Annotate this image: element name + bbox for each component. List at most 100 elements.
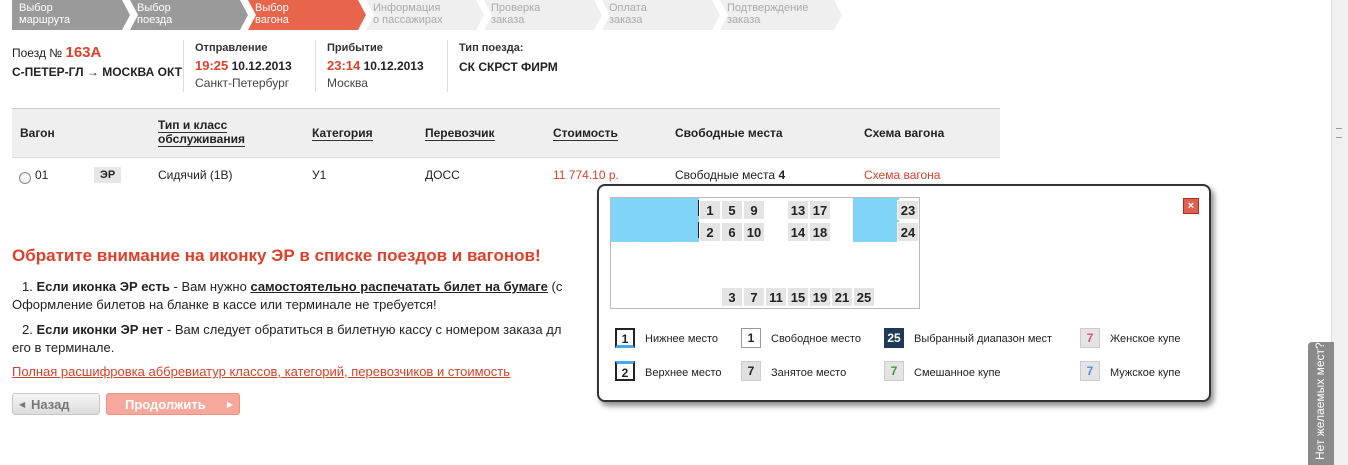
- item-text: (с: [547, 279, 563, 294]
- step-label: поезда: [137, 14, 173, 26]
- train-number: 163А: [65, 44, 102, 61]
- train-info: Поезд № 163А С-ПЕТЕР-ГЛ → МОСКВА ОКТ: [12, 44, 182, 79]
- seat: 6: [721, 222, 743, 242]
- legend-free-icon: 1: [741, 328, 761, 348]
- seat-area-blue: [611, 198, 699, 242]
- notice-item-1-line2: Оформление билетов на бланке в кассе или…: [12, 297, 437, 312]
- free-seats-label: Свободные места: [675, 168, 776, 182]
- step-label: заказа: [609, 14, 643, 26]
- step-label: Информация: [373, 2, 441, 14]
- step-label: вагона: [255, 14, 289, 26]
- train-type-label: Тип поезда:: [459, 42, 524, 54]
- legend-selected-icon: 25: [884, 328, 904, 348]
- progress-steps: Выбор маршрута Выбор поезда Выбор вагона Ин…: [12, 0, 842, 30]
- arrow-right-icon: ▶: [226, 400, 233, 409]
- notice-item-1: 1. Если иконка ЭР есть - Вам нужно самос…: [12, 278, 597, 296]
- seat: 7: [743, 287, 765, 307]
- step-label: Выбор: [137, 2, 171, 14]
- wagon-number: 01: [35, 168, 49, 182]
- arrival-info: Прибытие 23:14 10.12.2013 Москва: [327, 42, 424, 90]
- legend-taken-icon: 7: [741, 361, 761, 381]
- legend-taken-label: Занятое место: [771, 367, 847, 379]
- wagon-radio[interactable]: [19, 172, 31, 184]
- scroll-grip-icon[interactable]: [1336, 128, 1342, 138]
- seat: 23: [897, 200, 919, 220]
- header-class-line1: Тип и класс: [158, 118, 228, 133]
- item-text: - Вам нужно: [169, 279, 251, 294]
- departure-label: Отправление: [195, 42, 268, 54]
- item-number: 1.: [22, 279, 33, 294]
- wagon-category: У1: [312, 168, 327, 182]
- free-seats-count: 4: [778, 168, 786, 182]
- legend-lower-label: Нижнее место: [645, 333, 719, 345]
- item-text: - Вам следует обратиться в билетную касс…: [163, 322, 562, 337]
- wagon-scheme-popup: × 1 5 9 13 17 23 2 6 10 14 18 24 3 7 11 …: [597, 184, 1211, 402]
- back-label: Назад: [31, 397, 70, 412]
- step-payment: Оплата заказа: [602, 0, 720, 30]
- step-label: маршрута: [19, 14, 71, 26]
- arrival-city: Москва: [327, 76, 368, 90]
- divider: [315, 40, 316, 92]
- notice-item-2-line2: его в терминале.: [12, 340, 115, 355]
- wagon-scheme: 1 5 9 13 17 23 2 6 10 14 18 24 3 7 11 15…: [610, 197, 920, 309]
- step-label: Подтверждение: [727, 2, 809, 14]
- header-carrier[interactable]: Перевозчик: [425, 126, 495, 141]
- legend-female-icon: 7: [1080, 328, 1100, 348]
- header-class[interactable]: Тип и класс обслуживания: [158, 118, 245, 147]
- departure-info: Отправление 19:25 10.12.2013 Санкт-Петер…: [195, 42, 292, 90]
- continue-button[interactable]: Продолжить ▶: [106, 393, 240, 415]
- seat: 2: [699, 222, 721, 242]
- er-badge: ЭР: [94, 167, 122, 183]
- seat: 1: [699, 200, 721, 220]
- seat: 24: [897, 222, 919, 242]
- train-type-value: СК СКРСТ ФИРМ: [459, 60, 558, 74]
- step-label: Выбор: [19, 2, 53, 14]
- departure-time: 19:25: [195, 58, 229, 73]
- step-wagon: Выбор вагона: [248, 0, 366, 30]
- legend-free-label: Свободное место: [771, 333, 861, 345]
- step-train[interactable]: Выбор поезда: [130, 0, 248, 30]
- back-button[interactable]: ◀ Назад: [12, 393, 100, 415]
- wagon-class: Сидячий (1В): [158, 168, 233, 182]
- item-bold: Если иконки ЭР нет: [36, 322, 164, 337]
- seat: 5: [721, 200, 743, 220]
- header-category-label: Категория: [312, 126, 373, 141]
- header-scheme: Схема вагона: [864, 126, 945, 140]
- header-category[interactable]: Категория: [312, 126, 373, 141]
- seat: 18: [809, 222, 831, 242]
- train-type-info: Тип поезда: СК СКРСТ ФИРМ: [459, 42, 558, 74]
- legend-upper-icon: 2: [615, 361, 635, 381]
- divider: [447, 40, 448, 92]
- no-seats-tab[interactable]: Нет желаемых мест?: [1308, 342, 1334, 465]
- seat: 21: [831, 287, 853, 307]
- seat: 15: [787, 287, 809, 307]
- arrival-time: 23:14: [327, 58, 361, 73]
- departure-city: Санкт-Петербург: [195, 76, 290, 90]
- seat: 13: [787, 200, 809, 220]
- wagon-price: 11 774.10 р.: [553, 168, 619, 182]
- item-underlined: самостоятельно распечатать билет на бума…: [250, 279, 548, 294]
- header-carrier-label: Перевозчик: [425, 126, 495, 141]
- legend-female-label: Женское купе: [1110, 333, 1181, 345]
- seat: 11: [765, 287, 787, 307]
- item-bold: Если иконка ЭР есть: [36, 279, 170, 294]
- legend-selected-label: Выбранный диапазон мест: [914, 333, 1053, 345]
- free-seats: Свободные места 4: [675, 168, 785, 182]
- step-route[interactable]: Выбор маршрута: [12, 0, 130, 30]
- header-price[interactable]: Стоимость: [553, 126, 618, 141]
- step-label: Оплата: [609, 2, 647, 14]
- abbreviations-link[interactable]: Полная расшифровка аббревиатур классов, …: [12, 364, 510, 379]
- legend-upper-label: Верхнее место: [645, 367, 722, 379]
- seat: 14: [787, 222, 809, 242]
- close-icon[interactable]: ×: [1183, 198, 1199, 214]
- step-label: заказа: [727, 14, 761, 26]
- step-label: заказа: [491, 14, 525, 26]
- item-number: 2.: [22, 322, 33, 337]
- wagon-carrier: ДОСС: [425, 168, 460, 182]
- notice-title: Обратите внимание на иконку ЭР в списке …: [12, 246, 541, 265]
- arrow-left-icon: ◀: [19, 400, 26, 409]
- seat: 17: [809, 200, 831, 220]
- seat: 9: [743, 200, 765, 220]
- header-price-label: Стоимость: [553, 126, 618, 141]
- scheme-link[interactable]: Схема вагона: [864, 168, 940, 182]
